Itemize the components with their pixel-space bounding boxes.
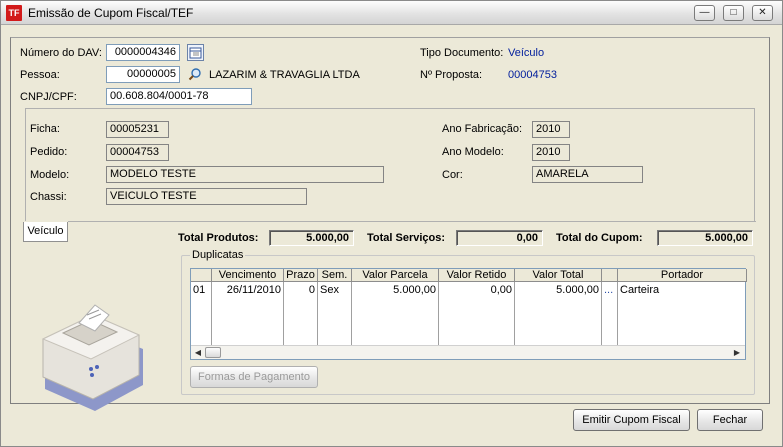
cor-field: AMARELA	[532, 166, 643, 183]
ano-modelo-field: 2010	[532, 144, 570, 161]
cnpj-label: CNPJ/CPF:	[20, 91, 77, 103]
main-window: TF Emissão de Cupom Fiscal/TEF — □ ✕ Núm…	[0, 0, 783, 447]
formas-pagamento-button[interactable]: Formas de Pagamento	[190, 366, 318, 388]
minimize-button[interactable]: —	[694, 5, 715, 21]
cell-valor-total[interactable]: 5.000,00	[516, 284, 599, 296]
pessoa-name: LAZARIM & TRAVAGLIA LTDA	[209, 69, 360, 81]
modelo-field: MODELO TESTE	[106, 166, 384, 183]
modelo-label: Modelo:	[30, 169, 70, 181]
scroll-right-icon[interactable]: ▶	[731, 347, 743, 359]
magnifier-icon[interactable]	[188, 67, 202, 81]
main-panel: Número do DAV: 0000004346 Pessoa: 000000…	[10, 37, 770, 411]
tab-divider	[68, 221, 756, 222]
total-servicos-value: 0,00	[456, 230, 543, 246]
fechar-button[interactable]: Fechar	[697, 409, 763, 431]
column-header-valor-retido[interactable]: Valor Retido	[439, 269, 515, 282]
ano-modelo-label: Ano Modelo:	[442, 146, 504, 158]
ficha-label: Ficha:	[30, 123, 60, 135]
total-cupom-label: Total do Cupom:	[556, 232, 643, 244]
maximize-button[interactable]: □	[723, 5, 744, 21]
app-icon: TF	[6, 5, 22, 21]
cor-label: Cor:	[442, 169, 463, 181]
cell-prazo[interactable]: 0	[285, 284, 315, 296]
window-title: Emissão de Cupom Fiscal/TEF	[28, 6, 194, 20]
tab-veiculo[interactable]: Veículo	[23, 222, 68, 242]
column-header-sem[interactable]: Sem.	[318, 269, 352, 282]
column-header-num[interactable]	[191, 269, 212, 282]
close-button[interactable]: ✕	[752, 5, 773, 21]
scroll-left-icon[interactable]: ◀	[192, 347, 204, 359]
cell-valor-retido[interactable]: 0,00	[440, 284, 512, 296]
column-header-vencimento[interactable]: Vencimento	[212, 269, 284, 282]
pedido-field: 00004753	[106, 144, 169, 161]
chassi-field: VEICULO TESTE	[106, 188, 307, 205]
numero-dav-field[interactable]: 0000004346	[106, 44, 180, 61]
ano-fabricacao-label: Ano Fabricação:	[442, 123, 523, 135]
pessoa-label: Pessoa:	[20, 69, 60, 81]
total-produtos-value: 5.000,00	[269, 230, 354, 246]
pedido-label: Pedido:	[30, 146, 68, 158]
duplicatas-title: Duplicatas	[190, 249, 246, 261]
duplicatas-group: Duplicatas Vencimento Prazo Sem. Valor P…	[181, 249, 755, 395]
column-header-valor-total[interactable]: Valor Total	[515, 269, 602, 282]
cell-num[interactable]: 01	[193, 284, 211, 296]
column-header-prazo[interactable]: Prazo	[284, 269, 318, 282]
column-header-lookup[interactable]	[602, 269, 618, 282]
tipo-documento-label: Tipo Documento:	[420, 47, 504, 59]
proposta-value: 00004753	[508, 69, 557, 81]
tipo-documento-value: Veículo	[508, 47, 545, 59]
ano-fabricacao-field: 2010	[532, 121, 570, 138]
scroll-thumb[interactable]	[205, 347, 221, 358]
total-cupom-value: 5.000,00	[657, 230, 753, 246]
total-produtos-label: Total Produtos:	[178, 232, 259, 244]
fiscal-printer-image	[35, 293, 153, 418]
numero-dav-label: Número do DAV:	[20, 47, 102, 59]
column-header-portador[interactable]: Portador	[618, 269, 747, 282]
cnpj-field[interactable]: 00.608.804/0001-78	[106, 88, 252, 105]
total-servicos-label: Total Serviços:	[367, 232, 446, 244]
emitir-cupom-fiscal-button[interactable]: Emitir Cupom Fiscal	[573, 409, 690, 431]
cell-portador[interactable]: Carteira	[620, 284, 740, 296]
column-header-valor-parcela[interactable]: Valor Parcela	[352, 269, 439, 282]
proposta-label: Nº Proposta:	[420, 69, 483, 81]
horizontal-scrollbar[interactable]: ◀ ▶	[191, 345, 745, 359]
cell-sem[interactable]: Sex	[320, 284, 350, 296]
title-bar[interactable]: TF Emissão de Cupom Fiscal/TEF — □ ✕	[1, 1, 782, 25]
ficha-field: 00005231	[106, 121, 169, 138]
chassi-label: Chassi:	[30, 191, 67, 203]
duplicatas-grid[interactable]: Vencimento Prazo Sem. Valor Parcela Valo…	[190, 268, 747, 360]
cell-lookup-button[interactable]: ...	[604, 284, 617, 296]
calendar-icon[interactable]	[187, 44, 204, 61]
pessoa-field[interactable]: 00000005	[106, 66, 180, 83]
cell-valor-parcela[interactable]: 5.000,00	[353, 284, 436, 296]
cell-vencimento[interactable]: 26/11/2010	[213, 284, 281, 296]
